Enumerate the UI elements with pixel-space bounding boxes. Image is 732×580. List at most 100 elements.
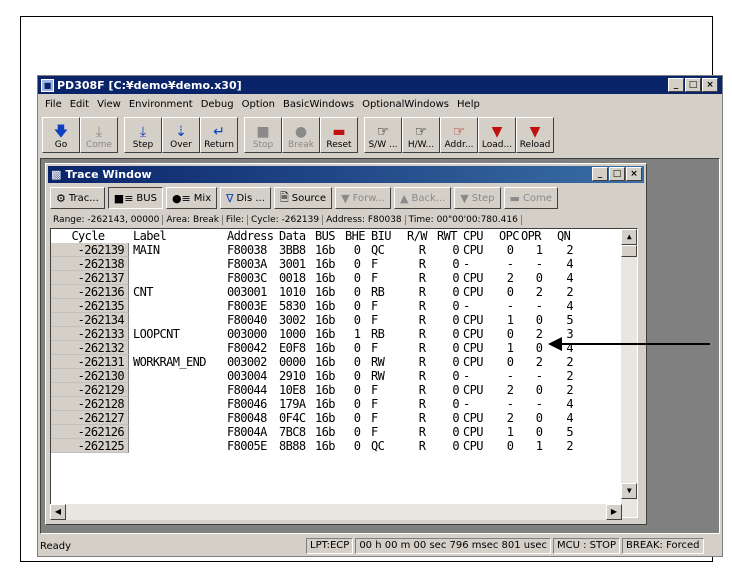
col-header-rwt[interactable]: RWT bbox=[437, 229, 463, 243]
cell-cycle: -262127 bbox=[51, 411, 129, 425]
col-header-cpu[interactable]: CPU bbox=[463, 229, 499, 243]
table-row[interactable]: -262131 WORKRAM_END 003002 0000 16b 0 RW R 0 CPU 0… bbox=[51, 355, 637, 369]
cell-opr: - bbox=[535, 299, 543, 313]
addr-button[interactable]: ☞ Addr... bbox=[440, 117, 478, 153]
cell-rwt: 0 bbox=[452, 369, 459, 383]
trace-step-button[interactable]: ▼ Step bbox=[454, 187, 501, 209]
cell-opr: 0 bbox=[535, 271, 543, 285]
table-row[interactable]: -262126 F8004A 7BC8 16b 0 F R 0 CPU 1 0 5 bbox=[51, 425, 637, 439]
cell-cycle: -262126 bbox=[51, 425, 129, 439]
cell-rw: R bbox=[418, 439, 426, 453]
reload-button[interactable]: ▼ Reload bbox=[516, 117, 554, 153]
table-row[interactable]: -262128 F80046 179A 16b 0 F R 0- - -4 bbox=[51, 397, 637, 411]
go-button[interactable]: 🡇 Go bbox=[42, 117, 80, 153]
menu-edit[interactable]: Edit bbox=[66, 99, 93, 110]
cell-cpu: CPU bbox=[463, 341, 483, 355]
trace-window-icon: ▩ bbox=[51, 168, 62, 181]
trace-minimize-button[interactable]: _ bbox=[592, 167, 608, 181]
reset-icon: ▬ bbox=[332, 124, 346, 140]
stop-button[interactable]: ■ Stop bbox=[244, 117, 282, 153]
table-row[interactable]: -262135 F8003E 5830 16b 0 F R 0- - -4 bbox=[51, 299, 637, 313]
over-button[interactable]: ⇣ Over bbox=[162, 117, 200, 153]
bus-mode-button[interactable]: ■≡ BUS bbox=[107, 187, 163, 209]
menu-debug[interactable]: Debug bbox=[197, 99, 238, 110]
maximize-button[interactable]: □ bbox=[685, 78, 701, 92]
col-header-rw[interactable]: R/W bbox=[407, 229, 437, 243]
trace-maximize-button[interactable]: □ bbox=[609, 167, 625, 181]
dis-mode-button[interactable]: ∇ Dis ... bbox=[220, 187, 271, 209]
table-row[interactable]: -262138 F8003A 3001 16b 0 F R 0- - -4 bbox=[51, 257, 637, 271]
forward-button[interactable]: ▼ Forw... bbox=[335, 187, 391, 209]
cell-bus: 16b bbox=[315, 369, 335, 383]
scroll-down-button[interactable]: ▼ bbox=[621, 483, 637, 499]
col-header-address[interactable]: Address bbox=[227, 229, 279, 243]
col-header-biu[interactable]: BIU bbox=[369, 229, 407, 243]
return-label: Return bbox=[204, 140, 234, 150]
table-row[interactable]: -262129 F80044 10E8 16b 0 F R 0 CPU 2 0 2 bbox=[51, 383, 637, 397]
source-mode-label: Source bbox=[291, 192, 327, 204]
load-button[interactable]: ▼ Load... bbox=[478, 117, 516, 153]
scroll-up-button[interactable]: ▲ bbox=[621, 229, 637, 245]
return-button[interactable]: ↵ Return bbox=[200, 117, 238, 153]
trace-grid[interactable]: Cycle Label Address Data BUS BHE BIU R/W… bbox=[50, 228, 638, 518]
back-button[interactable]: ▲ Back... bbox=[393, 187, 452, 209]
vertical-scrollbar[interactable]: ▲ ▼ bbox=[621, 229, 637, 517]
source-mode-button[interactable]: 🗎 Source bbox=[273, 187, 333, 209]
menu-environment[interactable]: Environment bbox=[125, 99, 197, 110]
over-label: Over bbox=[170, 140, 192, 150]
horizontal-scrollbar[interactable]: ◀ ▶ bbox=[50, 504, 622, 520]
break-icon: ● bbox=[294, 124, 308, 140]
cell-rwt: 0 bbox=[452, 285, 459, 299]
table-row[interactable]: -262139 MAIN F80038 3BB8 16b 0 QC R 0 CPU 0 1 2 bbox=[51, 243, 637, 257]
menu-view[interactable]: View bbox=[93, 99, 125, 110]
cell-biu: F bbox=[371, 425, 378, 439]
scroll-left-button[interactable]: ◀ bbox=[50, 504, 66, 520]
scroll-thumb[interactable] bbox=[621, 245, 637, 257]
hw-break-button[interactable]: ☞ H/W... bbox=[402, 117, 440, 153]
trace-mode-button[interactable]: ⚙ Trac... bbox=[50, 187, 105, 209]
cell-bus: 16b bbox=[315, 299, 335, 313]
col-header-qn[interactable]: QN bbox=[557, 229, 573, 243]
arrow-down-icon: 🡇 bbox=[53, 124, 69, 140]
cell-opr: - bbox=[535, 397, 543, 411]
col-header-cycle[interactable]: Cycle bbox=[51, 229, 129, 243]
break-button[interactable]: ● Break bbox=[282, 117, 320, 153]
close-button[interactable]: × bbox=[702, 78, 718, 92]
col-header-opc[interactable]: OPC bbox=[499, 229, 521, 243]
scroll-right-button[interactable]: ▶ bbox=[606, 504, 622, 520]
menu-file[interactable]: File bbox=[41, 99, 66, 110]
trace-come-button[interactable]: ▬ Come bbox=[503, 187, 558, 209]
cell-cycle: -262131 bbox=[51, 355, 129, 369]
cell-label bbox=[129, 369, 227, 383]
trace-close-button[interactable]: × bbox=[626, 167, 642, 181]
col-header-bhe[interactable]: BHE bbox=[345, 229, 369, 243]
col-header-label[interactable]: Label bbox=[129, 229, 227, 243]
trace-titlebar[interactable]: ▩ Trace Window _ □ × bbox=[48, 166, 644, 183]
menu-basicwindows[interactable]: BasicWindows bbox=[279, 99, 358, 110]
cell-opr: 1 bbox=[535, 243, 543, 257]
table-row[interactable]: -262125 F8005E 8B88 16b 0 QC R 0 CPU 0 1 2 bbox=[51, 439, 637, 453]
step-button[interactable]: ⤓ Step bbox=[124, 117, 162, 153]
sw-break-button[interactable]: ☞ S/W ... bbox=[364, 117, 402, 153]
table-row[interactable]: -262136 CNT 003001 1010 16b 0 RB R 0 CPU 0 2 2 bbox=[51, 285, 637, 299]
table-row[interactable]: -262127 F80048 0F4C 16b 0 F R 0 CPU 2 0 4 bbox=[51, 411, 637, 425]
col-header-opr[interactable]: OPR bbox=[521, 229, 557, 243]
mix-mode-button[interactable]: ●≡ Mix bbox=[165, 187, 218, 209]
app-titlebar[interactable]: ■ PD308F [C:¥demo¥demo.x30] _ □ × bbox=[38, 76, 722, 94]
table-row[interactable]: -262134 F80040 3002 16b 0 F R 0 CPU 1 0 5 bbox=[51, 313, 637, 327]
menu-option[interactable]: Option bbox=[238, 99, 279, 110]
cell-qn: 2 bbox=[566, 369, 573, 383]
come-button[interactable]: ⤓ Come bbox=[80, 117, 118, 153]
table-row[interactable]: -262137 F8003C 0018 16b 0 F R 0 CPU 2 0 4 bbox=[51, 271, 637, 285]
info-area: Area: Break bbox=[163, 214, 223, 225]
menu-help[interactable]: Help bbox=[453, 99, 484, 110]
col-header-data[interactable]: Data bbox=[279, 229, 315, 243]
minimize-button[interactable]: _ bbox=[668, 78, 684, 92]
menu-optionalwindows[interactable]: OptionalWindows bbox=[358, 99, 453, 110]
cell-address: F8003C bbox=[227, 271, 267, 285]
col-header-bus[interactable]: BUS bbox=[315, 229, 345, 243]
reset-button[interactable]: ▬ Reset bbox=[320, 117, 358, 153]
cell-data: 3001 bbox=[279, 257, 306, 271]
table-row[interactable]: -262130 003004 2910 16b 0 RW R 0- - -2 bbox=[51, 369, 637, 383]
app-window-controls: _ □ × bbox=[668, 78, 718, 92]
